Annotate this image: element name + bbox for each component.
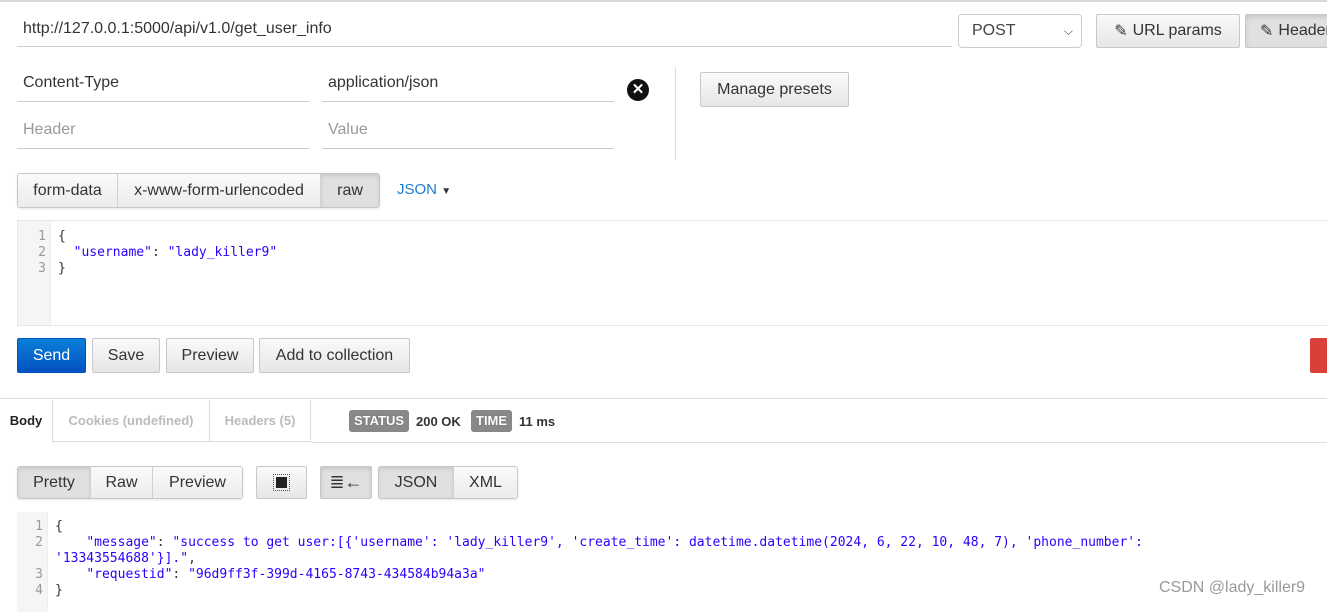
preview-button[interactable]: Preview	[166, 338, 254, 373]
view-preview[interactable]: Preview	[153, 467, 242, 498]
time-value: 11 ms	[519, 414, 556, 429]
status-value: 200 OK	[416, 414, 461, 429]
fullscreen-icon	[273, 474, 290, 491]
response-body: 12 34 { "message": "success to get user:…	[17, 512, 1327, 612]
tab-cookies[interactable]: Cookies (undefined)	[52, 400, 210, 442]
remove-header-icon[interactable]: ✕	[627, 79, 649, 101]
chevron-down-icon: ⌵	[1063, 24, 1073, 38]
view-raw[interactable]: Raw	[91, 467, 153, 498]
response-line-numbers: 12 34	[17, 512, 48, 612]
header-key-placeholder[interactable]: Header	[17, 115, 309, 149]
raw-type-label: JSON	[397, 181, 438, 198]
tab-headers[interactable]: Headers (5)	[210, 400, 311, 442]
watermark: CSDN @lady_killer9	[1159, 579, 1306, 596]
format-group: JSON XML	[378, 466, 518, 499]
request-body-editor[interactable]: 123 { "username": "lady_killer9" }	[17, 220, 1327, 326]
headers-label: Headers	[1278, 22, 1327, 39]
wrap-toggle-button[interactable]: ≣←	[320, 466, 372, 499]
header-key-input[interactable]: Content-Type	[17, 68, 309, 102]
body-mode-urlencoded[interactable]: x-www-form-urlencoded	[118, 174, 321, 207]
top-border	[0, 0, 1327, 2]
caret-down-icon: ▼	[441, 186, 452, 197]
save-button[interactable]: Save	[92, 338, 160, 373]
reset-button[interactable]	[1310, 338, 1327, 373]
view-pretty[interactable]: Pretty	[18, 467, 91, 498]
status-badge: STATUS	[349, 410, 410, 432]
url-params-button[interactable]: ✎ URL params	[1096, 14, 1240, 48]
manage-presets-button[interactable]: Manage presets	[700, 72, 849, 107]
request-body-code: { "username": "lady_killer9" }	[58, 229, 278, 276]
view-mode-group: Pretty Raw Preview	[17, 466, 243, 499]
headers-button[interactable]: ✎Headers	[1245, 14, 1327, 48]
tabs-underline	[311, 442, 1327, 443]
wrap-icon: ≣←	[329, 472, 363, 492]
url-input[interactable]: http://127.0.0.1:5000/api/v1.0/get_user_…	[17, 14, 952, 47]
edit-icon: ✎	[1114, 23, 1128, 40]
response-code: { "message": "success to get user:[{'use…	[55, 519, 1143, 598]
edit-icon: ✎	[1260, 23, 1274, 40]
url-params-label: URL params	[1132, 22, 1222, 39]
response-divider	[0, 398, 1327, 399]
add-to-collection-button[interactable]: Add to collection	[259, 338, 410, 373]
tab-body[interactable]: Body	[0, 400, 52, 442]
body-mode-group: form-data x-www-form-urlencoded raw	[17, 173, 380, 208]
body-mode-form-data[interactable]: form-data	[18, 174, 118, 207]
method-value: POST	[972, 22, 1016, 39]
divider	[675, 67, 676, 160]
method-select[interactable]: POST ⌵	[958, 14, 1082, 48]
raw-type-dropdown[interactable]: JSON ▼	[397, 181, 451, 198]
header-value-placeholder[interactable]: Value	[322, 115, 614, 149]
line-numbers: 123	[18, 221, 51, 325]
header-value-input[interactable]: application/json	[322, 68, 614, 102]
send-button[interactable]: Send	[17, 338, 86, 373]
time-badge: TIME	[471, 410, 513, 432]
body-mode-raw[interactable]: raw	[321, 174, 379, 207]
format-xml[interactable]: XML	[454, 467, 517, 498]
fullscreen-button[interactable]	[256, 466, 307, 499]
format-json[interactable]: JSON	[379, 467, 454, 498]
